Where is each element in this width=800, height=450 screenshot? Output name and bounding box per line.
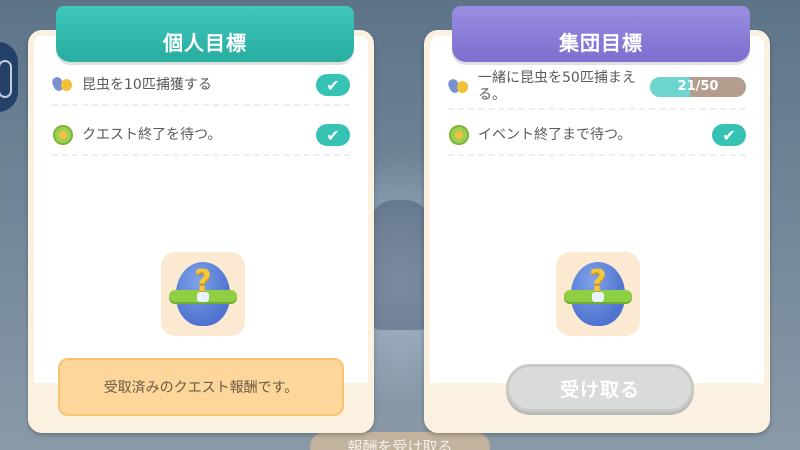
group-goal-panel: 集団目標 一緒に昆虫を50匹捕まえる。 21/50 イベント終了まで待つ。 ✔ …: [424, 6, 770, 433]
group-goal-title: 集団目標: [559, 30, 643, 55]
gem-icon: [197, 292, 209, 302]
task-row: 一緒に昆虫を50匹捕まえる。 21/50: [448, 66, 746, 110]
task-label: 昆虫を10匹捕獲する: [82, 76, 212, 93]
task-label: 一緒に昆虫を50匹捕まえる。: [478, 70, 636, 103]
progress-text: 21/50: [677, 79, 719, 94]
group-progress-bar: 21/50: [650, 77, 746, 97]
task-row: 昆虫を10匹捕獲する ✔: [52, 66, 350, 106]
personal-goal-panel: 個人目標 昆虫を10匹捕獲する ✔ クエスト終了を待つ。 ✔ ? 受取済みのクエ…: [28, 6, 374, 433]
reward-slot[interactable]: ?: [556, 252, 640, 336]
check-icon: ✔: [712, 124, 746, 146]
flower-icon: [448, 124, 470, 146]
bug-icon: [448, 76, 470, 98]
claim-button[interactable]: 受け取る: [506, 364, 694, 412]
task-row: クエスト終了を待つ。 ✔: [52, 116, 350, 156]
claim-rewards-button-behind: 報酬を受け取る: [310, 432, 490, 450]
task-row: イベント終了まで待つ。 ✔: [448, 116, 746, 156]
personal-goal-tab: 個人目標: [56, 6, 354, 62]
check-icon: ✔: [316, 74, 350, 96]
personal-goal-title: 個人目標: [163, 30, 247, 55]
reward-claimed-notice: 受取済みのクエスト報酬です。: [58, 358, 344, 416]
check-icon: ✔: [316, 124, 350, 146]
reward-slot[interactable]: ?: [161, 252, 245, 336]
task-label: イベント終了まで待つ。: [478, 126, 632, 143]
background-character: [370, 200, 430, 330]
side-menu-button[interactable]: [0, 42, 18, 112]
task-label: クエスト終了を待つ。: [82, 126, 222, 143]
flower-icon: [52, 124, 74, 146]
gem-icon: [592, 292, 604, 302]
group-goal-tab: 集団目標: [452, 6, 750, 62]
bug-icon: [52, 74, 74, 96]
